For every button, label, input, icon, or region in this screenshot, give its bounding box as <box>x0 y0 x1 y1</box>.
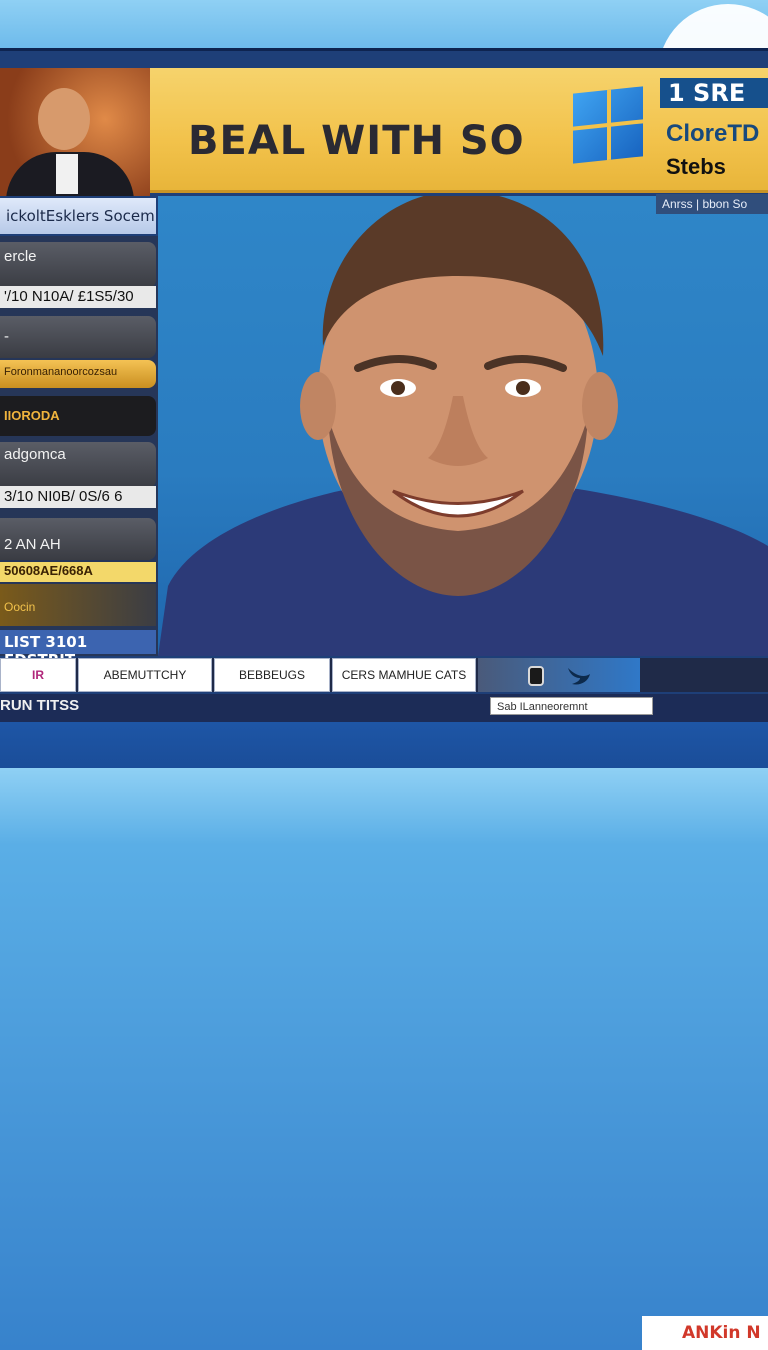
sidebar-item[interactable]: Oocin <box>0 584 156 626</box>
sidebar-item-label: 2 AN AH <box>4 536 61 553</box>
bottom-tabbar: IR ABEMUTTCHY BEBBEUGS CERS MAMHUE CATS … <box>0 658 768 1350</box>
tab-ir[interactable]: IR <box>0 658 76 692</box>
sidebar-item[interactable]: IIORODA <box>0 396 156 436</box>
banner-tag-top: 1 SRE <box>660 78 768 108</box>
tab-icon-strip <box>478 658 640 692</box>
sidebar-item-label: Foronmananoorcozsau <box>4 366 118 378</box>
headline-banner: BEAL WITH SO 1 SRE CloreTD Stebs <box>150 68 768 193</box>
tab-cers[interactable]: CERS MAMHUE CATS <box>332 658 476 692</box>
tab-abemuttchy[interactable]: ABEMUTTCHY <box>78 658 212 692</box>
twitter-bird-icon[interactable] <box>566 664 596 688</box>
sidebar: ercle '/10 N10A/ £1S5/30 - Foronmananoor… <box>0 236 160 669</box>
sidebar-item[interactable]: 2 AN AH <box>0 518 156 560</box>
sidebar-item[interactable]: 3/10 NI0B/ 0S/6 6 <box>0 486 156 508</box>
sidebar-item[interactable]: Foronmananoorcozsau <box>0 360 156 388</box>
sidebar-item-label: - <box>4 328 9 345</box>
sidebar-item[interactable]: ercle <box>0 242 156 288</box>
banner-tag-mid: CloreTD <box>666 120 760 147</box>
banner-tag-bottom: Stebs <box>666 154 726 179</box>
avatar-shirt <box>56 154 78 194</box>
banner-title: BEAL WITH SO <box>188 118 525 164</box>
sidebar-item-label: adgomca <box>4 446 66 463</box>
sidebar-item-label: 50608AE/668A <box>4 563 93 578</box>
bottom-band <box>0 722 768 768</box>
phone-icon[interactable] <box>528 666 544 686</box>
sidebar-item[interactable]: LIST 3101 EDSTRIT <box>0 630 156 669</box>
sidebar-item-label: 3/10 NI0B/ 0S/6 6 <box>4 488 123 505</box>
sidebar-item[interactable]: - <box>0 316 156 358</box>
host-portrait <box>158 196 768 656</box>
sidebar-item[interactable]: adgomca <box>0 442 156 488</box>
host-avatar-thumbnail[interactable] <box>0 68 150 196</box>
sidebar-item-label: IIORODA <box>4 408 60 423</box>
sidebar-item-label: Oocin <box>4 600 36 614</box>
status-ticker: RUN TITSS <box>0 697 80 714</box>
sidebar-item-label: ercle <box>4 248 37 265</box>
avatar-head <box>38 88 90 150</box>
news-badge[interactable]: ANKin N <box>642 1316 768 1350</box>
search-input[interactable]: Sab ILanneoremnt <box>490 697 653 715</box>
sidebar-item-label: '/10 N10A/ £1S5/30 <box>4 288 134 305</box>
host-video-feed[interactable] <box>158 196 768 656</box>
sidebar-item[interactable]: '/10 N10A/ £1S5/30 <box>0 286 156 308</box>
tab-bebbeugs[interactable]: BEBBEUGS <box>214 658 330 692</box>
banner-subtag: Anrss | bbon So <box>656 194 768 214</box>
windows-logo-icon <box>573 86 643 164</box>
status-bar: RUN TITSS Sab ILanneoremnt <box>0 694 768 722</box>
sidebar-item[interactable]: 50608AE/668A <box>0 562 156 582</box>
sidebar-header[interactable]: ickoltEsklers Socem <box>0 198 156 234</box>
